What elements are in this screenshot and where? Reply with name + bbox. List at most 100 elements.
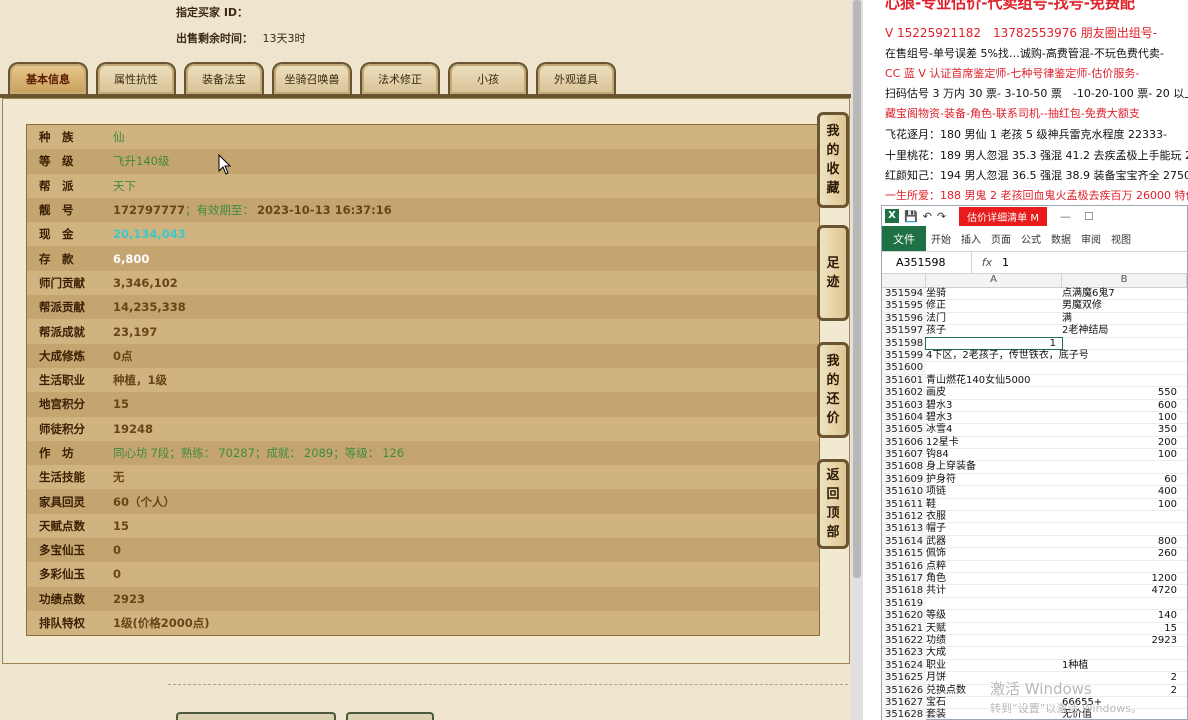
row-number[interactable]: 351600	[882, 362, 926, 374]
cell-a[interactable]: 项链	[926, 486, 1062, 497]
ribbon-tab-home[interactable]: 开始	[926, 226, 956, 251]
tab-attributes[interactable]: 属性抗性	[96, 62, 176, 94]
tab-children[interactable]: 小孩	[448, 62, 528, 94]
ribbon-tab-layout[interactable]: 页面	[986, 226, 1016, 251]
cell-a[interactable]: 碧水3	[926, 412, 1062, 423]
row-number[interactable]: 351620	[882, 610, 926, 622]
row-number[interactable]: 351611	[882, 498, 926, 511]
cell-b[interactable]	[1062, 647, 1187, 658]
cell-a[interactable]: 点粹	[926, 561, 1062, 572]
ribbon-tab-view[interactable]: 视图	[1106, 226, 1136, 251]
cell-b[interactable]: 点满魔6鬼7	[1062, 288, 1187, 299]
row-number[interactable]: 351598	[882, 337, 926, 349]
cell-a[interactable]	[926, 362, 1062, 373]
cell-b[interactable]: 100	[1062, 412, 1187, 423]
cell-a[interactable]	[926, 598, 1062, 609]
bottom-button-1[interactable]	[176, 712, 336, 720]
cell-b[interactable]	[1062, 511, 1187, 522]
cell-a[interactable]: 修正	[926, 300, 1062, 311]
cell-a[interactable]: 坐骑	[926, 288, 1062, 299]
minimize-icon[interactable]: —	[1060, 210, 1071, 223]
row-number[interactable]: 351597	[882, 325, 926, 337]
footprint-button[interactable]: 足迹	[817, 225, 849, 321]
cell-b[interactable]: 200	[1062, 437, 1187, 448]
maximize-icon[interactable]: ☐	[1084, 210, 1094, 223]
row-number[interactable]: 351621	[882, 622, 926, 634]
cell-b[interactable]: 400	[1062, 486, 1187, 497]
cell-b[interactable]: 1200	[1062, 573, 1187, 584]
row-number[interactable]: 351625	[882, 672, 926, 684]
row-number[interactable]: 351610	[882, 486, 926, 498]
cell-a[interactable]: 1	[925, 336, 1063, 350]
column-header-a[interactable]: A	[926, 274, 1062, 287]
row-number[interactable]: 351603	[882, 399, 926, 411]
scrollbar-thumb[interactable]	[853, 0, 861, 578]
undo-icon[interactable]: ↶	[923, 210, 932, 223]
cell-a[interactable]: 画皮	[926, 387, 1062, 398]
cell-a[interactable]: 身上穿装备	[926, 461, 1062, 472]
cell-a[interactable]: 衣服	[926, 511, 1062, 522]
formula-input[interactable]: 1	[1002, 256, 1009, 269]
cell-b[interactable]: 2老神结局	[1062, 325, 1187, 336]
ribbon-tab-insert[interactable]: 插入	[956, 226, 986, 251]
cell-a[interactable]: 冰雪4	[926, 424, 1062, 435]
cell-a[interactable]: 功绩	[926, 635, 1062, 646]
row-number[interactable]: 351595	[882, 300, 926, 312]
row-number[interactable]: 351616	[882, 560, 926, 572]
cell-a[interactable]: 12星卡	[926, 437, 1062, 448]
fx-icon[interactable]: fx	[972, 256, 1002, 269]
tab-basic-info[interactable]: 基本信息	[8, 62, 88, 94]
page-scrollbar[interactable]	[851, 0, 863, 720]
cell-b[interactable]: 100	[1062, 499, 1187, 510]
cell-a[interactable]: 4下区，2老孩子，传世铁衣，底子号	[926, 350, 1089, 361]
cell-b[interactable]: 满	[1062, 313, 1187, 324]
row-number[interactable]: 351618	[882, 585, 926, 597]
cell-b[interactable]: 100	[1062, 449, 1187, 460]
name-box[interactable]: A351598	[882, 252, 972, 273]
cell-a[interactable]: 碧水3	[926, 400, 1062, 411]
row-number[interactable]: 351602	[882, 387, 926, 399]
cell-a[interactable]: 职业	[926, 660, 1062, 671]
ribbon-tab-review[interactable]: 审阅	[1076, 226, 1106, 251]
cell-a[interactable]: 鞋	[926, 499, 1062, 510]
row-number[interactable]: 351599	[882, 349, 926, 362]
cell-a[interactable]: 角色	[926, 573, 1062, 584]
cell-a[interactable]: 法门	[926, 313, 1062, 324]
tab-appearance[interactable]: 外观道具	[536, 62, 616, 94]
cell-a[interactable]: 钩84	[926, 449, 1062, 460]
save-icon[interactable]: 💾	[904, 210, 918, 223]
cell-a[interactable]: 护身符	[926, 474, 1062, 485]
back-to-top-button[interactable]: 返回顶部	[817, 459, 849, 549]
row-number[interactable]: 351608	[882, 461, 926, 473]
cell-a[interactable]: 武器	[926, 536, 1062, 547]
column-header-b[interactable]: B	[1062, 274, 1187, 287]
bottom-button-2[interactable]	[346, 712, 434, 720]
row-number[interactable]: 351623	[882, 647, 926, 659]
row-number[interactable]: 351594	[882, 288, 926, 300]
ribbon-tab-data[interactable]: 数据	[1046, 226, 1076, 251]
row-number[interactable]: 351596	[882, 312, 926, 325]
cell-a[interactable]: 大成	[926, 647, 1062, 658]
cell-b[interactable]: 2923	[1062, 635, 1187, 646]
cell-b[interactable]	[1062, 598, 1187, 609]
row-number[interactable]: 351628	[882, 709, 926, 720]
cell-b[interactable]: 男魔双修	[1062, 300, 1187, 311]
row-number[interactable]: 351601	[882, 374, 926, 387]
cell-b[interactable]	[1062, 350, 1187, 361]
cell-b[interactable]	[1062, 338, 1187, 349]
cell-b[interactable]: 1种植	[1062, 660, 1187, 671]
cell-a[interactable]: 青山燃花140女仙5000	[926, 375, 1062, 386]
cell-b[interactable]: 350	[1062, 424, 1187, 435]
row-number[interactable]: 351607	[882, 449, 926, 461]
cell-a[interactable]: 孩子	[926, 325, 1062, 336]
row-number[interactable]: 351614	[882, 535, 926, 548]
my-favorites-button[interactable]: 我的收藏	[817, 112, 849, 208]
cell-a[interactable]: 佩饰	[926, 548, 1062, 559]
cell-b[interactable]: 4720	[1062, 585, 1187, 596]
ribbon-file-tab[interactable]: 文件	[882, 226, 926, 251]
cell-b[interactable]	[1062, 362, 1187, 373]
tab-equipment[interactable]: 装备法宝	[184, 62, 264, 94]
cell-b[interactable]: 800	[1062, 536, 1187, 547]
cell-b[interactable]	[1062, 523, 1187, 534]
row-number[interactable]: 351604	[882, 411, 926, 424]
